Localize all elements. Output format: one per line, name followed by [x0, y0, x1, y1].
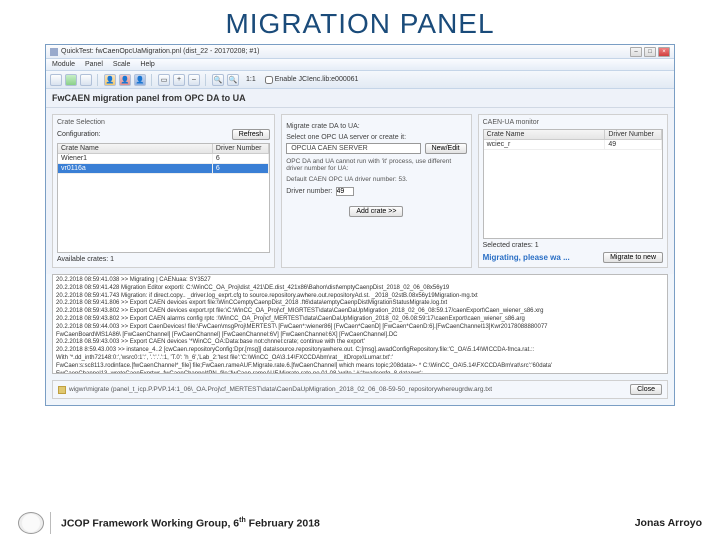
default-driver-label: Default CAEN OPC UA driver number: 53. [286, 176, 466, 183]
toolbar-btn-5[interactable]: + [173, 74, 185, 86]
log-line: 20.2.2018 08:59:41.743 Migration: if dir… [56, 293, 664, 301]
col-crate-name[interactable]: Crate Name [58, 144, 213, 153]
close-window-button[interactable]: × [658, 47, 670, 57]
migration-status: Migrating, please wa ... [483, 253, 570, 262]
col-driver-number[interactable]: Driver Number [213, 144, 269, 153]
refresh-button[interactable]: Refresh [232, 129, 271, 140]
toolbar-user2-icon[interactable]: 👤 [119, 74, 131, 86]
log-line: 20.2.2018 08:59:41.806 >> Export CAEN de… [56, 300, 664, 308]
log-line: 20.2.2018 08:59:41.428 Migration Editor … [56, 285, 664, 293]
app-icon [50, 48, 58, 56]
migrate-button[interactable]: Migrate to new [603, 252, 663, 263]
footer-author: Jonas Arroyo [635, 517, 702, 529]
slide-title: MIGRATION PANEL [0, 0, 720, 44]
enable-checkbox-input[interactable] [265, 76, 273, 84]
menu-scale[interactable]: Scale [113, 61, 131, 68]
log-line: 20.2.2018 08.59:43.003 >> Export CAEN de… [56, 339, 664, 347]
maximize-button[interactable]: □ [644, 47, 656, 57]
footer-divider [50, 512, 51, 534]
toolbar-user1-icon[interactable]: 👤 [104, 74, 116, 86]
driver-warning: OPC DA and UA cannot run with 'it' proce… [286, 158, 466, 172]
driver-number-label: Driver number: [286, 188, 332, 195]
table-row[interactable]: wciec_r 49 [484, 140, 662, 150]
selected-crates-label: Selected crates: 1 [483, 242, 663, 249]
log-line: With '*.dd_inth72148:0:','wsrc0:1':', '.… [56, 355, 664, 363]
add-crate-button[interactable]: Add crate >> [349, 206, 403, 217]
toolbar-btn-6[interactable]: – [188, 74, 200, 86]
cell: wciec_r [484, 140, 606, 149]
select-server-label: Select one OPC UA server or create it: [286, 134, 466, 141]
bottom-bar: wigwr\migrate (panel_t_icp.P.PVP.14:1_06… [52, 380, 668, 399]
toolbar-user3-icon[interactable]: 👤 [134, 74, 146, 86]
toolbar-btn-2[interactable] [65, 74, 77, 86]
toolbar-zoom-in-icon[interactable]: 🔍 [212, 74, 224, 86]
col-crate-name[interactable]: Crate Name [484, 130, 606, 139]
log-line: 20.2.2018 8:59.43.003 >> instance_4..2 [… [56, 347, 664, 355]
col-driver-number[interactable]: Driver Number [605, 130, 662, 139]
migrate-heading: Migrate crate DA to UA: [286, 123, 466, 130]
new-edit-button[interactable]: New/Edit [425, 143, 467, 154]
scale-label: 1:1 [246, 76, 256, 83]
ua-crate-table[interactable]: Crate Name Driver Number wciec_r 49 [483, 129, 663, 239]
footer-left: JCOP Framework Working Group, 6th Februa… [61, 517, 320, 530]
app-window: QuickTest: fwCaenOpcUaMigration.pnl (dis… [45, 44, 675, 406]
toolbar-btn-4[interactable]: ▭ [158, 74, 170, 86]
panel-title: FwCAEN migration panel from OPC DA to UA [46, 89, 674, 108]
minimize-button[interactable]: – [630, 47, 642, 57]
file-icon [58, 386, 66, 394]
file-path-label: wigwr\migrate (panel_t_icp.P.PVP.14:1_06… [69, 386, 492, 393]
cell: vr0116a [58, 164, 213, 173]
cell: Wiener1 [58, 154, 213, 163]
log-line: FwCaen:s:sc8113.rodinface.[fwCaenChannel… [56, 363, 664, 371]
toolbar-separator [97, 74, 99, 86]
toolbar: 👤 👤 👤 ▭ + – 🔍 🔍 1:1 Enable JCIenc.lib:e0… [46, 71, 674, 89]
cell: 6 [213, 164, 269, 173]
server-select[interactable]: OPCUA CAEN SERVER [286, 143, 420, 154]
slide-footer: JCOP Framework Working Group, 6th Februa… [0, 512, 720, 534]
enable-checkbox[interactable]: Enable JCIenc.lib:e000061 [265, 76, 359, 84]
menu-module[interactable]: Module [52, 61, 75, 68]
log-output[interactable]: 20.2.2018 08:59:41.038 >> Migrating | CA… [52, 274, 668, 374]
ua-monitor-label: CAEN-UA monitor [483, 119, 663, 126]
driver-number-input[interactable] [336, 187, 354, 196]
menu-panel[interactable]: Panel [85, 61, 103, 68]
menu-help[interactable]: Help [140, 61, 154, 68]
window-title: QuickTest: fwCaenOpcUaMigration.pnl (dis… [61, 48, 630, 55]
log-line: 20.2.2018 08:59:43.802 >> Export CAEN de… [56, 308, 664, 316]
crate-selection-panel: Crate Selection Configuration: Refresh C… [52, 114, 275, 268]
enable-checkbox-label: Enable JCIenc.lib:e000061 [275, 76, 359, 83]
log-line: FwCaenChannel13_wroteCaenExprtwr_fwCaenC… [56, 371, 664, 374]
migration-config-panel: Migrate crate DA to UA: Select one OPC U… [281, 114, 471, 268]
log-line: 20.2.2018 08:59:41.038 >> Migrating | CA… [56, 277, 664, 285]
toolbar-btn-1[interactable] [50, 74, 62, 86]
cell: 6 [213, 154, 269, 163]
cell: 49 [605, 140, 662, 149]
crate-selection-label: Crate Selection [57, 119, 270, 126]
toolbar-separator-3 [205, 74, 207, 86]
toolbar-separator-2 [151, 74, 153, 86]
titlebar: QuickTest: fwCaenOpcUaMigration.pnl (dis… [46, 45, 674, 59]
toolbar-zoom-out-icon[interactable]: 🔍 [227, 74, 239, 86]
log-line: 20.2.2018 08:59:43.802 >> Export CAEN al… [56, 316, 664, 324]
available-crates-label: Available crates: 1 [57, 256, 270, 263]
table-row-selected[interactable]: vr0116a 6 [58, 164, 269, 174]
crate-table[interactable]: Crate Name Driver Number Wiener1 6 vr011… [57, 143, 270, 253]
ua-monitor-panel: CAEN-UA monitor Crate Name Driver Number… [478, 114, 668, 268]
close-button[interactable]: Close [630, 384, 662, 395]
log-line: 20.2.2018 08:59:44.003 >> Export CaenDev… [56, 324, 664, 332]
cern-logo [18, 512, 44, 534]
log-line: FwCaenBoard\MS1A86\ [FwCaenChannel] [FwC… [56, 332, 664, 340]
toolbar-btn-3[interactable] [80, 74, 92, 86]
main-panel: Crate Selection Configuration: Refresh C… [46, 108, 674, 274]
menubar: Module Panel Scale Help [46, 59, 674, 71]
table-row[interactable]: Wiener1 6 [58, 154, 269, 164]
configuration-label: Configuration: [57, 131, 101, 138]
